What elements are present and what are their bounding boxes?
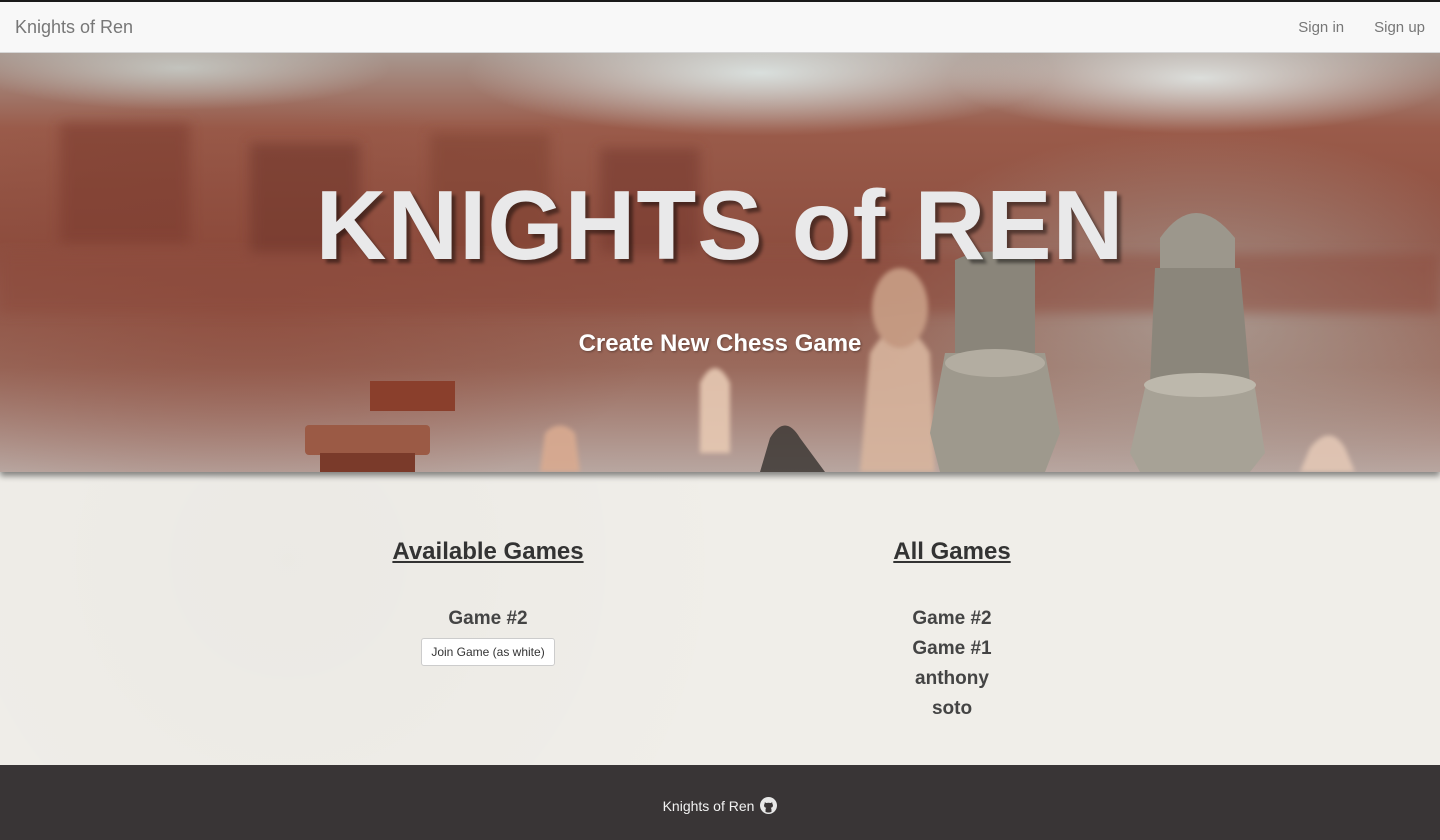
all-games-heading: All Games [893, 538, 1011, 565]
all-games-item[interactable]: Game #2 [752, 604, 1152, 634]
hero-title: KNIGHTS of REN [315, 170, 1125, 280]
available-games-heading: Available Games [392, 538, 584, 565]
sign-up-link[interactable]: Sign up [1374, 19, 1425, 36]
footer-content: Knights of Ren [0, 797, 1440, 814]
hero-cta-wrapper: Create New Chess Game [0, 330, 1440, 358]
footer: Knights of Ren [0, 765, 1440, 840]
available-game-item: Game #2 Join Game (as white) [288, 604, 688, 666]
join-game-button[interactable]: Join Game (as white) [421, 638, 555, 666]
create-game-link[interactable]: Create New Chess Game [579, 330, 862, 357]
nav-links: Sign in Sign up [1298, 19, 1425, 36]
all-games-item[interactable]: anthony [752, 664, 1152, 694]
sign-in-link[interactable]: Sign in [1298, 19, 1344, 36]
hero-banner: KNIGHTS of REN Create New Chess Game [0, 53, 1440, 472]
available-games-column: Available Games Game #2 Join Game (as wh… [288, 538, 688, 666]
all-games-item[interactable]: soto [752, 694, 1152, 724]
all-games-column: All Games Game #2 Game #1 anthony soto [752, 538, 1152, 724]
github-icon[interactable] [760, 797, 778, 814]
games-section: Available Games Game #2 Join Game (as wh… [0, 472, 1440, 765]
available-game-name: Game #2 [448, 608, 528, 629]
footer-text: Knights of Ren [662, 797, 755, 814]
navbar: Knights of Ren Sign in Sign up [0, 0, 1440, 53]
brand-link[interactable]: Knights of Ren [15, 17, 133, 38]
all-games-item[interactable]: Game #1 [752, 634, 1152, 664]
